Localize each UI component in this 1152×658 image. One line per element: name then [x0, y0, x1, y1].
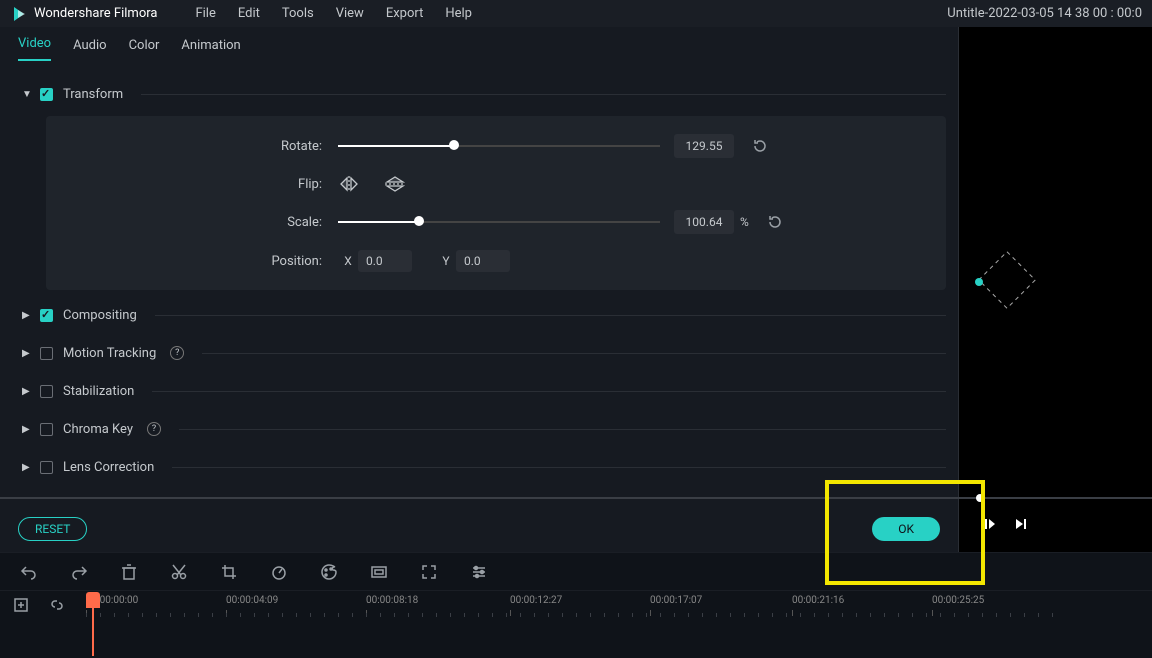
timeline-toolbar: [0, 552, 1152, 590]
menu-export[interactable]: Export: [386, 6, 424, 21]
undo-icon[interactable]: [20, 563, 38, 581]
link-icon[interactable]: [48, 596, 66, 614]
scale-label: Scale:: [64, 215, 338, 230]
section-chroma-key-header[interactable]: ▶ Chroma Key ?: [22, 410, 946, 448]
ruler-tick: 00:00:25:25: [932, 595, 984, 606]
section-motion-tracking-label: Motion Tracking: [63, 346, 156, 361]
scale-value[interactable]: [674, 210, 734, 234]
playhead-icon[interactable]: [86, 592, 100, 608]
chevron-right-icon[interactable]: ▶: [22, 424, 30, 435]
transform-card: Rotate: Flip:: [46, 116, 946, 290]
rotate-value[interactable]: [674, 134, 734, 158]
chevron-down-icon[interactable]: ▼: [22, 89, 30, 100]
scale-suffix: %: [740, 215, 749, 229]
crop-icon[interactable]: [220, 563, 238, 581]
timeline-tracks[interactable]: [0, 618, 1152, 658]
section-transform-header[interactable]: ▼ Transform: [22, 75, 946, 113]
ruler[interactable]: 00:00:00:00 00:00:04:09 00:00:08:18 00:0…: [78, 591, 1152, 619]
delete-icon[interactable]: [120, 563, 138, 581]
position-label: Position:: [64, 254, 338, 269]
expand-icon[interactable]: [420, 563, 438, 581]
tab-audio[interactable]: Audio: [73, 38, 106, 61]
preview-controls: [982, 517, 1028, 531]
menu-tools[interactable]: Tools: [282, 6, 314, 21]
info-icon[interactable]: ?: [170, 346, 184, 360]
settings-icon[interactable]: [470, 563, 488, 581]
menu-file[interactable]: File: [195, 6, 215, 21]
menu-help[interactable]: Help: [445, 6, 472, 21]
menu-edit[interactable]: Edit: [238, 6, 260, 21]
speed-icon[interactable]: [270, 563, 288, 581]
section-lens-correction-header[interactable]: ▶ Lens Correction: [22, 448, 946, 486]
preview-content[interactable]: [967, 240, 1047, 320]
playhead-line: [92, 608, 94, 656]
lens-correction-checkbox[interactable]: [40, 461, 53, 474]
title-bar: Wondershare Filmora File Edit Tools View…: [0, 0, 1152, 27]
ruler-tick: 00:00:17:07: [650, 595, 702, 606]
section-stabilization-header[interactable]: ▶ Stabilization: [22, 372, 946, 410]
ruler-tick: 00:00:12:27: [510, 595, 562, 606]
position-x-label: X: [338, 254, 358, 268]
add-track-icon[interactable]: [12, 596, 30, 614]
chevron-right-icon[interactable]: ▶: [22, 462, 30, 473]
section-lens-correction-label: Lens Correction: [63, 460, 154, 475]
ruler-tick: 00:00:04:09: [226, 595, 278, 606]
section-transform-label: Transform: [63, 87, 123, 102]
menu-view[interactable]: View: [336, 6, 364, 21]
cut-icon[interactable]: [170, 563, 188, 581]
tab-video[interactable]: Video: [18, 36, 51, 61]
tab-animation[interactable]: Animation: [181, 38, 240, 61]
section-chroma-key-label: Chroma Key: [63, 422, 133, 437]
section-compositing-header[interactable]: ▶ Compositing: [22, 296, 946, 334]
tab-color[interactable]: Color: [129, 38, 160, 61]
redo-icon[interactable]: [70, 563, 88, 581]
reset-button[interactable]: RESET: [18, 517, 87, 541]
scale-slider[interactable]: [338, 220, 660, 224]
chevron-right-icon[interactable]: ▶: [22, 348, 30, 359]
ruler-tick: 00:00:08:18: [366, 595, 418, 606]
flip-label: Flip:: [64, 177, 338, 192]
ok-button[interactable]: OK: [872, 517, 940, 541]
chevron-right-icon[interactable]: ▶: [22, 310, 30, 321]
ruler-tick: 00:00:21:16: [792, 595, 844, 606]
position-y-label: Y: [436, 254, 456, 268]
section-stabilization-label: Stabilization: [63, 384, 134, 399]
section-compositing-label: Compositing: [63, 308, 137, 323]
play-icon[interactable]: [982, 517, 996, 531]
app-title: Wondershare Filmora: [34, 6, 157, 21]
preview-scrubber-thumb[interactable]: [976, 494, 984, 502]
motion-tracking-checkbox[interactable]: [40, 347, 53, 360]
chevron-right-icon[interactable]: ▶: [22, 386, 30, 397]
info-icon[interactable]: ?: [147, 422, 161, 436]
rotate-reset-icon[interactable]: [752, 138, 768, 154]
flip-vertical-icon[interactable]: [384, 174, 406, 194]
color-icon[interactable]: [320, 563, 338, 581]
main-menu: File Edit Tools View Export Help: [195, 6, 472, 21]
properties-footer: RESET OK: [0, 506, 958, 552]
scale-reset-icon[interactable]: [767, 214, 783, 230]
stabilization-checkbox[interactable]: [40, 385, 53, 398]
app-logo-icon: [10, 5, 28, 23]
position-y-value[interactable]: [456, 250, 510, 272]
section-motion-tracking-header[interactable]: ▶ Motion Tracking ?: [22, 334, 946, 372]
rotate-label: Rotate:: [64, 139, 338, 154]
project-name: Untitle-2022-03-05 14 38 00 : 00:0: [947, 6, 1142, 21]
green-screen-icon[interactable]: [370, 563, 388, 581]
step-forward-icon[interactable]: [1014, 517, 1028, 531]
chroma-key-checkbox[interactable]: [40, 423, 53, 436]
timeline-ruler[interactable]: 00:00:00:00 00:00:04:09 00:00:08:18 00:0…: [0, 590, 1152, 618]
transform-checkbox[interactable]: [40, 88, 53, 101]
properties-panel: Video Audio Color Animation ▼ Transform …: [0, 27, 958, 552]
flip-horizontal-icon[interactable]: [338, 174, 360, 194]
preview-panel: [958, 27, 1152, 552]
property-tabs: Video Audio Color Animation: [0, 27, 958, 61]
rotate-slider[interactable]: [338, 144, 660, 148]
position-x-value[interactable]: [358, 250, 412, 272]
compositing-checkbox[interactable]: [40, 309, 53, 322]
